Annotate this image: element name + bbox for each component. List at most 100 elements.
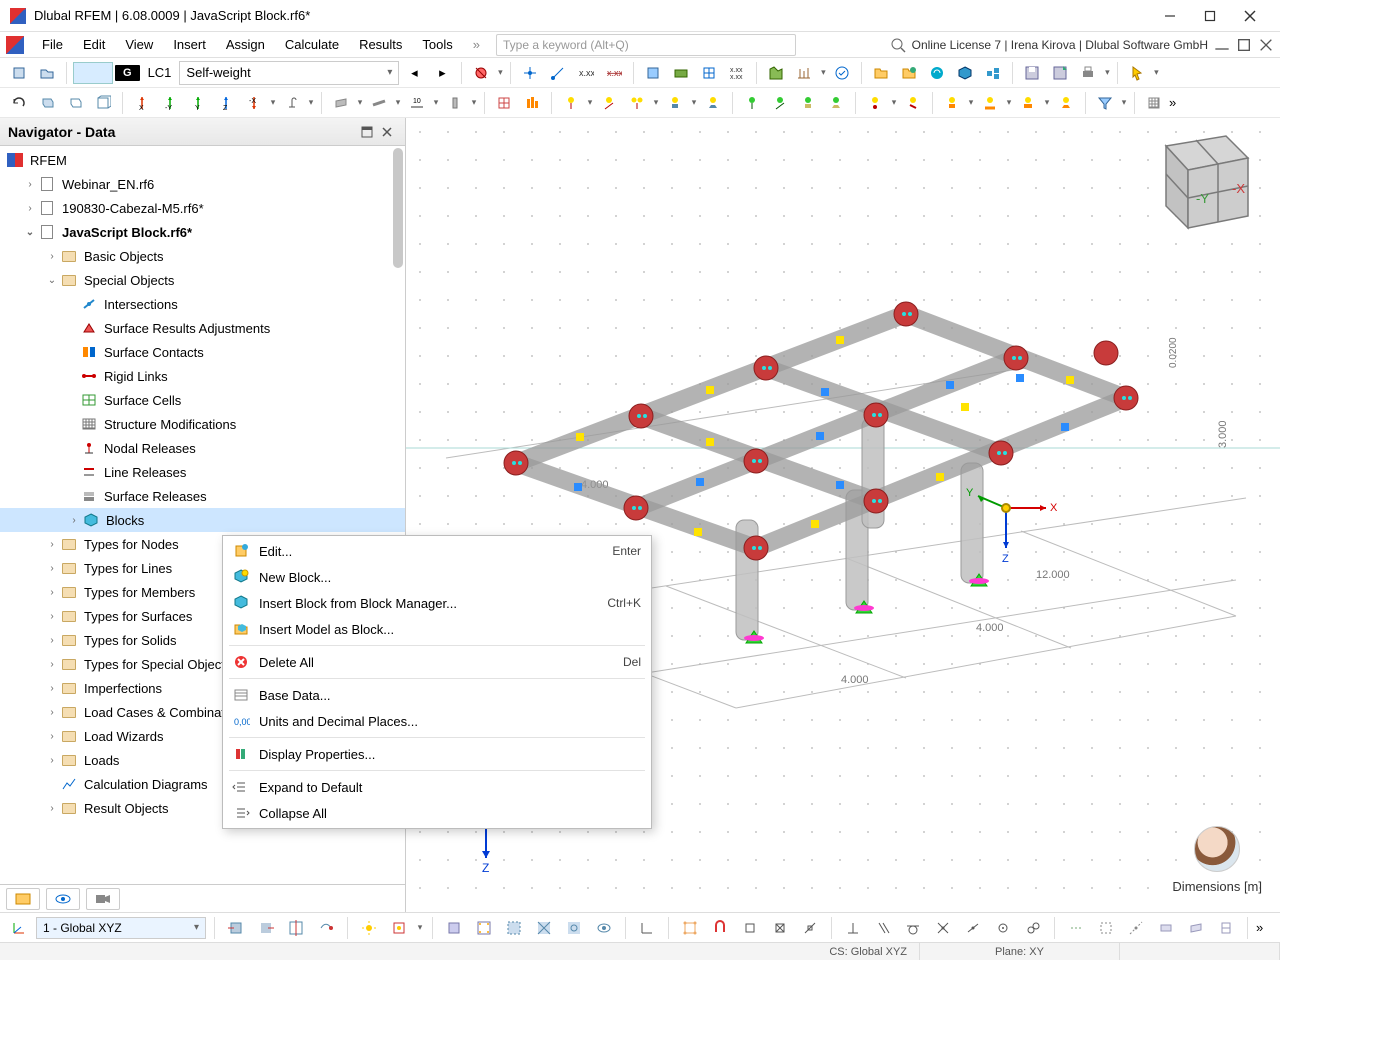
t2-mesh-icon[interactable]: [491, 90, 517, 116]
t2-load1-drop[interactable]: ▾: [586, 97, 594, 108]
t2-o3-icon[interactable]: [1015, 90, 1041, 116]
tree-item[interactable]: Surface Cells: [0, 388, 405, 412]
tool-l-icon[interactable]: [829, 60, 855, 86]
menu-results[interactable]: Results: [349, 34, 412, 55]
ctx-collapse-all[interactable]: Collapse All: [223, 800, 651, 826]
bb-6-drop[interactable]: ▾: [416, 922, 424, 933]
tree-item[interactable]: Nodal Releases: [0, 436, 405, 460]
t2-g1-icon[interactable]: [739, 90, 765, 116]
t2-plane-icon[interactable]: [366, 90, 392, 116]
bb-tan-icon[interactable]: [900, 915, 926, 941]
bb-f-icon[interactable]: [591, 915, 617, 941]
t2-dim-drop[interactable]: ▾: [432, 97, 440, 108]
tool-h-icon[interactable]: [696, 60, 722, 86]
t2-o3-drop[interactable]: ▾: [1043, 97, 1051, 108]
nav-tab-data[interactable]: [6, 888, 40, 910]
t2-load3-icon[interactable]: [624, 90, 650, 116]
menu-insert[interactable]: Insert: [163, 34, 216, 55]
tree-item[interactable]: Surface Releases: [0, 484, 405, 508]
t2-axis-nx-icon[interactable]: -X: [241, 90, 267, 116]
t2-o2-drop[interactable]: ▾: [1005, 97, 1013, 108]
t2-axis-drop[interactable]: ▾: [269, 97, 277, 108]
ctx-insert-block-from-block-manager[interactable]: Insert Block from Block Manager...Ctrl+K: [223, 590, 651, 616]
t2-o4-icon[interactable]: [1053, 90, 1079, 116]
bb-extra-icon[interactable]: [1020, 915, 1046, 941]
close-button[interactable]: [1230, 2, 1270, 30]
ctx-base-data[interactable]: Base Data...: [223, 682, 651, 708]
bb-b-icon[interactable]: [471, 915, 497, 941]
t2-o1-icon[interactable]: [939, 90, 965, 116]
tree-file[interactable]: ›Webinar_EN.rf6: [0, 172, 405, 196]
t2-o1-drop[interactable]: ▾: [967, 97, 975, 108]
ctx-edit[interactable]: Edit...Enter: [223, 538, 651, 564]
ctx-insert-model-as-block[interactable]: Insert Model as Block...: [223, 616, 651, 642]
ctx-units-and-decimal-places[interactable]: 0,00Units and Decimal Places...: [223, 708, 651, 734]
tool-b-icon[interactable]: [517, 60, 543, 86]
prev-lc-button[interactable]: ◂: [401, 60, 427, 86]
tree-item-blocks[interactable]: ›Blocks: [0, 508, 405, 532]
tool-cube-icon[interactable]: [952, 60, 978, 86]
t2-bars-icon[interactable]: [519, 90, 545, 116]
tool-folder2-icon[interactable]: [896, 60, 922, 86]
t2-axis-x-icon[interactable]: X: [129, 90, 155, 116]
tool-e-icon[interactable]: x.xx: [601, 60, 627, 86]
user-avatar[interactable]: [1194, 826, 1240, 872]
tree-root[interactable]: RFEM: [0, 148, 405, 172]
bb-c-icon[interactable]: [501, 915, 527, 941]
view-cube[interactable]: -Y -X: [1136, 128, 1256, 238]
load-case-select[interactable]: Self-weight▾: [179, 61, 399, 85]
bb-guide1-icon[interactable]: [1063, 915, 1089, 941]
tool-saveas-icon[interactable]: [1047, 60, 1073, 86]
ctx-delete-all[interactable]: Delete AllDel: [223, 649, 651, 675]
tool-f-icon[interactable]: [640, 60, 666, 86]
tool-new-icon[interactable]: [6, 60, 32, 86]
menu-calculate[interactable]: Calculate: [275, 34, 349, 55]
tool-cursor-icon[interactable]: [1124, 60, 1150, 86]
bb-a-icon[interactable]: [441, 915, 467, 941]
doc-close-button[interactable]: [1258, 37, 1274, 53]
t2-surface-drop[interactable]: ▾: [356, 97, 364, 108]
tool-a-drop[interactable]: ▾: [496, 67, 504, 78]
tree-item[interactable]: Intersections: [0, 292, 405, 316]
t2-s1-icon[interactable]: [862, 90, 888, 116]
t2-microscope-drop[interactable]: ▾: [307, 97, 315, 108]
menu-assign[interactable]: Assign: [216, 34, 275, 55]
maximize-button[interactable]: [1190, 2, 1230, 30]
navigator-close-button[interactable]: [377, 122, 397, 142]
t2-grid-icon[interactable]: [1141, 90, 1167, 116]
t2-plane-drop[interactable]: ▾: [394, 97, 402, 108]
t2-section-drop[interactable]: ▾: [470, 97, 478, 108]
navigator-dock-button[interactable]: [357, 122, 377, 142]
tool-cursor-drop[interactable]: ▾: [1152, 67, 1160, 78]
bb-perp-icon[interactable]: [840, 915, 866, 941]
t2-s1-drop[interactable]: ▾: [890, 97, 898, 108]
bb-5-icon[interactable]: [356, 915, 382, 941]
bb-par-icon[interactable]: [870, 915, 896, 941]
t2-axis-z-icon[interactable]: Z: [213, 90, 239, 116]
tool-g-icon[interactable]: [668, 60, 694, 86]
t2-box2-icon[interactable]: [62, 90, 88, 116]
tree-item[interactable]: Structure Modifications: [0, 412, 405, 436]
bb-3-icon[interactable]: [283, 915, 309, 941]
bb-d-icon[interactable]: [531, 915, 557, 941]
menu-file[interactable]: File: [32, 34, 73, 55]
tool-k-drop[interactable]: ▾: [819, 67, 827, 78]
tree-file[interactable]: ›190830-Cabezal-M5.rf6*: [0, 196, 405, 220]
tool-i-icon[interactable]: x.xxx.xx: [724, 60, 750, 86]
menu-expand-icon[interactable]: »: [463, 37, 490, 52]
t2-refresh-icon[interactable]: [6, 90, 32, 116]
bb-2-icon[interactable]: [253, 915, 279, 941]
bb-g-icon[interactable]: [634, 915, 660, 941]
nav-tab-display[interactable]: [46, 888, 80, 910]
tree-item[interactable]: Rigid Links: [0, 364, 405, 388]
next-lc-button[interactable]: ▸: [429, 60, 455, 86]
bb-snap4-icon[interactable]: [767, 915, 793, 941]
scrollbar-thumb[interactable]: [393, 148, 403, 268]
tool-j-icon[interactable]: [763, 60, 789, 86]
bb-6-icon[interactable]: [386, 915, 412, 941]
tree-item[interactable]: Surface Results Adjustments: [0, 316, 405, 340]
toolbar2-expand-icon[interactable]: »: [1169, 95, 1176, 110]
tool-save-icon[interactable]: [1019, 60, 1045, 86]
tool-print-drop[interactable]: ▾: [1103, 67, 1111, 78]
tool-open-icon[interactable]: [34, 60, 60, 86]
